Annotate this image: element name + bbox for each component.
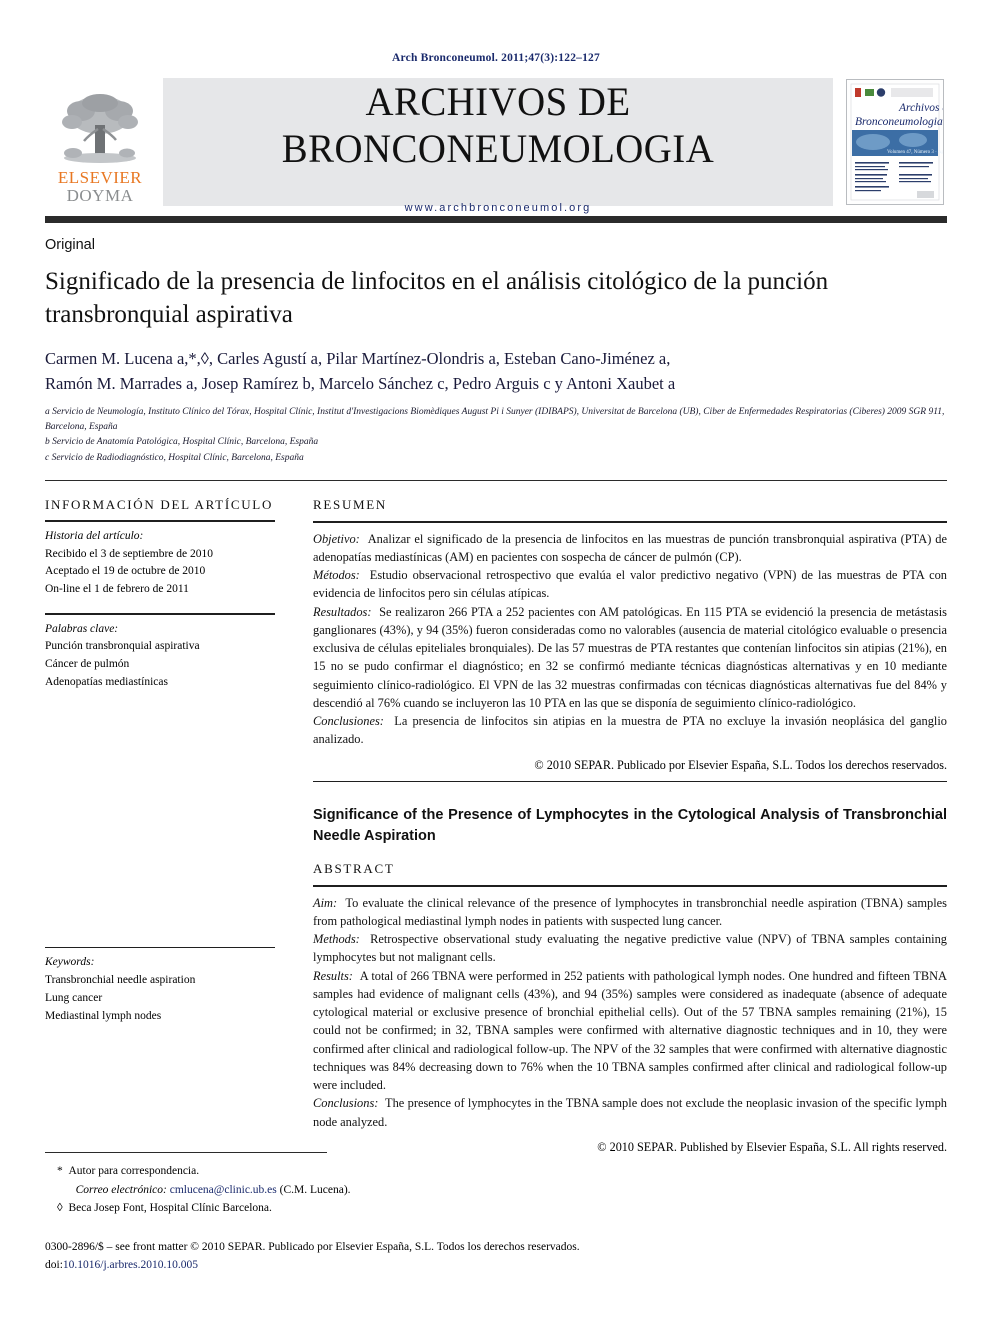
keywords-es-block: Palabras clave: Punción transbronquial a…	[45, 621, 275, 692]
email-label: Correo electrónico:	[75, 1183, 167, 1196]
footnote-corresponding-text: Autor para correspondencia.	[68, 1165, 200, 1178]
email-suffix: (C.M. Lucena).	[279, 1183, 351, 1196]
doi-link[interactable]: 10.1016/j.arbres.2010.10.005	[63, 1259, 198, 1271]
article-title: Significado de la presencia de linfocito…	[45, 268, 829, 329]
abstract-aim-label: Aim:	[313, 895, 338, 910]
resumen-resultados: Resultados: Se realizaron 266 PTA a 252 …	[313, 603, 947, 712]
footnote-divider	[45, 1152, 327, 1154]
resumen-section-label: RESUMEN	[313, 497, 388, 513]
resumen-metodos: Métodos: Estudio observacional retrospec…	[313, 566, 947, 602]
resumen-metodos-text: Estudio observacional retrospectivo que …	[313, 568, 947, 601]
journal-cover-container: Archivos de Bronconeumologia Volumen 47,…	[843, 78, 947, 206]
resumen-objetivo-text: Analizar el significado de la presencia …	[313, 531, 947, 564]
keyword-en-1: Transbronchial needle aspiration	[45, 974, 196, 987]
abstract-results: Results: A total of 266 TBNA were perfor…	[313, 967, 947, 1095]
journal-title: ARCHIVOS DE BRONCONEUMOLOGIA	[281, 79, 715, 171]
abstract-divider	[313, 885, 947, 887]
keyword-es-3: Adenopatías mediastínicas	[45, 676, 168, 688]
svg-text:Volumen 47, Número 3 · Agosto: Volumen 47, Número 3 · Agosto 2011	[887, 150, 943, 155]
resumen-objetivo: Objetivo: Analizar el significado de la …	[313, 530, 947, 566]
cover-artwork: Archivos de Bronconeumologia Volumen 47,…	[847, 80, 943, 204]
history-online: On-line el 1 de febrero de 2011	[45, 583, 189, 596]
issn-copyright-line: 0300-2896/$ – see front matter © 2010 SE…	[45, 1241, 580, 1254]
footnote-star-marker: *	[57, 1165, 63, 1178]
keywords-en-block: Keywords: Transbronchial needle aspirati…	[45, 954, 275, 1025]
resumen-resultados-label: Resultados:	[313, 604, 372, 619]
page-footer: * Autor para correspondencia. Correo ele…	[45, 1152, 947, 1275]
affiliation-b: b Servicio de Anatomía Patológica, Hospi…	[45, 437, 319, 448]
history-accepted: Aceptado el 19 de octubre de 2010	[45, 565, 206, 578]
keyword-es-1: Punción transbronquial aspirativa	[45, 640, 200, 653]
header-divider	[45, 480, 947, 482]
abstract-conclusions: Conclusions: The presence of lymphocytes…	[313, 1094, 947, 1130]
affiliations-list: a Servicio de Neumología, Instituto Clín…	[45, 405, 947, 467]
resumen-resultados-text: Se realizaron 266 PTA a 252 pacientes co…	[313, 604, 947, 710]
resumen-objetivo-label: Objetivo:	[313, 531, 360, 546]
journal-website-url[interactable]: www.archbronconeumol.org	[163, 202, 833, 214]
abstract-results-label: Results:	[313, 968, 353, 983]
imprint-block: 0300-2896/$ – see front matter © 2010 SE…	[45, 1239, 947, 1275]
abstract-column: RESUMEN Objetivo: Analizar el significad…	[293, 497, 947, 1155]
article-history-block: Historia del artículo: Recibido el 3 de …	[45, 528, 275, 599]
keywords-es-divider	[45, 612, 275, 615]
resumen-conclusiones: Conclusiones: La presencia de linfocitos…	[313, 712, 947, 748]
svg-text:Archivos de: Archivos de	[898, 102, 943, 114]
svg-text:Bronconeumologia: Bronconeumologia	[855, 116, 943, 128]
abstract-methods-label: Methods:	[313, 932, 360, 947]
english-title: Significance of the Presence of Lymphocy…	[313, 807, 947, 845]
resumen-conclusiones-label: Conclusiones:	[313, 714, 384, 729]
abstract-top-divider	[313, 780, 947, 783]
doyma-wordmark: DOYMA	[66, 185, 134, 205]
resumen-copyright: © 2010 SEPAR. Publicado por Elsevier Esp…	[534, 757, 947, 772]
abstract-aim-text: To evaluate the clinical relevance of th…	[313, 895, 947, 928]
resumen-divider	[313, 521, 947, 523]
keywords-en-divider	[45, 946, 275, 949]
footnote-corresponding-author: * Autor para correspondencia. Correo ele…	[57, 1162, 947, 1199]
journal-article-page: Arch Bronconeumol. 2011;47(3):122–127 EL…	[0, 0, 992, 1323]
running-head-citation: Arch Bronconeumol. 2011;47(3):122–127	[392, 52, 600, 64]
author-list: Carmen M. Lucena a,*,◊, Carles Agustí a,…	[45, 346, 947, 397]
info-divider	[45, 520, 275, 522]
abstract-methods-text: Retrospective observational study evalua…	[313, 932, 947, 965]
author-line-1: Carmen M. Lucena a,*,◊, Carles Agustí a,…	[45, 348, 671, 368]
keyword-en-2: Lung cancer	[45, 992, 103, 1005]
elsevier-tree-icon	[62, 94, 138, 164]
history-label: Historia del artículo:	[45, 529, 144, 542]
affiliation-c: c Servicio de Radiodiagnóstico, Hospital…	[45, 452, 304, 463]
abstract-area: INFORMACIÓN DEL ARTÍCULO Historia del ar…	[45, 497, 947, 1155]
corresponding-email-link[interactable]: cmlucena@clinic.ub.es	[170, 1184, 277, 1196]
doi-line: doi:10.1016/j.arbres.2010.10.005	[45, 1257, 947, 1275]
article-info-sidebar: INFORMACIÓN DEL ARTÍCULO Historia del ar…	[45, 497, 293, 1155]
resumen-metodos-label: Métodos:	[313, 568, 360, 583]
article-type-label: Original	[45, 237, 95, 253]
footnote-diamond-marker: ◊	[57, 1201, 63, 1214]
doi-prefix: doi:	[45, 1259, 63, 1272]
history-received: Recibido el 3 de septiembre de 2010	[45, 547, 213, 560]
info-section-label: INFORMACIÓN DEL ARTÍCULO	[45, 497, 274, 513]
resumen-conclusiones-text: La presencia de linfocitos sin atipias e…	[313, 714, 947, 747]
keyword-en-3: Mediastinal lymph nodes	[45, 1009, 162, 1022]
abstract-results-text: A total of 266 TBNA were performed in 25…	[313, 968, 947, 1093]
publisher-logo: ELSEVIER DOYMA	[45, 78, 155, 206]
abstract-section-label: ABSTRACT	[313, 861, 395, 877]
keywords-es-label: Palabras clave:	[45, 622, 119, 635]
journal-title-band: ARCHIVOS DE BRONCONEUMOLOGIA www.archbro…	[163, 78, 833, 214]
footnote-grant-text: Beca Josep Font, Hospital Clínic Barcelo…	[68, 1201, 272, 1214]
abstract-methods: Methods: Retrospective observational stu…	[313, 930, 947, 966]
keywords-en-label: Keywords:	[45, 956, 95, 969]
keyword-es-2: Cáncer de pulmón	[45, 658, 130, 671]
abstract-aim: Aim: To evaluate the clinical relevance …	[313, 894, 947, 930]
footnote-grant: ◊ Beca Josep Font, Hospital Clínic Barce…	[57, 1199, 947, 1217]
abstract-conclusions-label: Conclusions:	[313, 1096, 379, 1111]
elsevier-wordmark: ELSEVIER	[57, 168, 143, 188]
journal-cover-thumbnail: Archivos de Bronconeumologia Volumen 47,…	[846, 79, 944, 205]
abstract-conclusions-text: The presence of lymphocytes in the TBNA …	[313, 1096, 947, 1129]
affiliation-a: a Servicio de Neumología, Instituto Clín…	[45, 406, 945, 432]
journal-masthead: ELSEVIER DOYMA ARCHIVOS DE BRONCONEUMOLO…	[45, 78, 947, 214]
author-line-2: Ramón M. Marrades a, Josep Ramírez b, Ma…	[45, 374, 676, 394]
masthead-divider	[45, 216, 947, 223]
